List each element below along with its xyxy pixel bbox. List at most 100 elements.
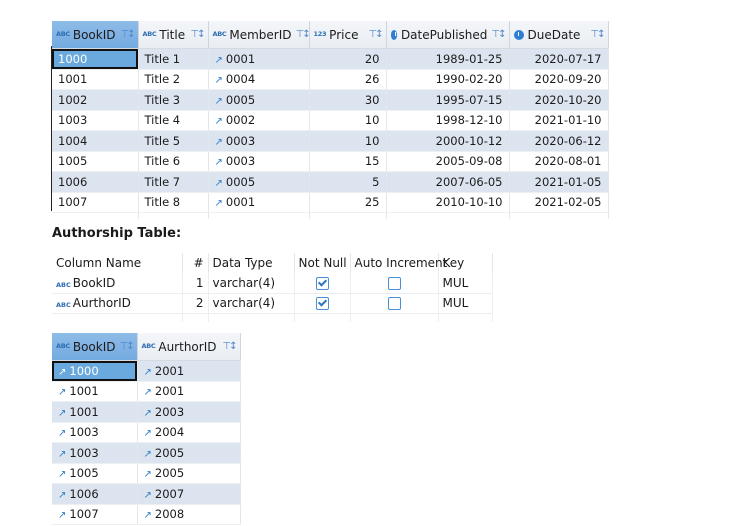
schema-col-not-null[interactable]: Not Null (294, 253, 351, 273)
foreign-key-link-icon[interactable]: ↗ (144, 408, 152, 419)
cell-title[interactable]: Title 1 (138, 48, 209, 70)
foreign-key-link-icon[interactable]: ↗ (144, 510, 152, 521)
col-header-bookid[interactable]: ABC BookID ⊤↕ (52, 21, 139, 49)
not-null-checkbox[interactable] (315, 297, 329, 311)
cell-duedate[interactable]: 2021-02-05 (509, 192, 609, 213)
col-header-price[interactable]: 123 Price ⊤↕ (309, 21, 387, 49)
cell-duedate[interactable]: 2021-01-05 (509, 171, 609, 193)
sort-filter-icon[interactable]: ⊤↕ (368, 29, 383, 40)
schema-col-auto-increment[interactable]: Auto Increment (350, 253, 447, 273)
cell-aurthorid[interactable]: ↗ 2005 (137, 442, 241, 464)
sort-filter-icon[interactable]: ⊤↕ (120, 29, 135, 40)
cell-price[interactable]: 26 (309, 69, 387, 90)
schema-auto-increment[interactable] (350, 293, 439, 314)
cell-duedate[interactable]: 2020-06-12 (509, 130, 609, 152)
sort-filter-icon[interactable]: ⊤↕ (590, 29, 605, 40)
cell-aurthorid[interactable]: ↗ 2008 (137, 504, 241, 525)
foreign-key-link-icon[interactable]: ↗ (58, 469, 66, 480)
cell-duedate[interactable]: 2021-01-10 (509, 110, 609, 131)
auto-increment-checkbox[interactable] (387, 276, 401, 290)
foreign-key-link-icon[interactable]: ↗ (215, 178, 223, 189)
schema-col-data-type[interactable]: Data Type (208, 253, 295, 273)
cell-datepublished[interactable]: 1989-01-25 (386, 48, 510, 70)
schema-data-type[interactable]: varchar(4) (208, 273, 295, 294)
foreign-key-link-icon[interactable]: ↗ (215, 157, 223, 168)
cell-bookid[interactable]: 1003 (52, 110, 139, 131)
foreign-key-link-icon[interactable]: ↗ (215, 116, 223, 127)
col-header-duedate[interactable]: DueDate ⊤↕ (509, 21, 609, 49)
schema-col-key[interactable]: Key (438, 253, 493, 273)
foreign-key-link-icon[interactable]: ↗ (215, 75, 223, 86)
cell-title[interactable]: Title 3 (138, 89, 209, 111)
cell-bookid[interactable]: 1007 (52, 192, 139, 213)
cell-aurthorid[interactable]: ↗ 2004 (137, 422, 241, 443)
sort-filter-icon[interactable]: ⊤↕ (120, 341, 135, 352)
schema-row[interactable]: ABC AurthorID 2 varchar(4) MUL (52, 293, 493, 314)
cell-memberid[interactable]: ↗ 0005 (208, 89, 310, 111)
not-null-checkbox[interactable] (315, 276, 329, 290)
cell-datepublished[interactable]: 1990-02-20 (386, 69, 510, 90)
table-row[interactable]: ↗ 1003 ↗ 2004 (52, 422, 241, 443)
schema-not-null[interactable] (294, 293, 351, 314)
sort-filter-icon[interactable]: ⊤↕ (296, 29, 311, 40)
cell-title[interactable]: Title 6 (138, 151, 209, 172)
table-row[interactable]: ↗ 1003 ↗ 2005 (52, 442, 241, 464)
cell-duedate[interactable]: 2020-08-01 (509, 151, 609, 172)
table-row[interactable]: ↗ 1007 ↗ 2008 (52, 504, 241, 525)
schema-data-type[interactable]: varchar(4) (208, 293, 295, 314)
schema-col-num[interactable]: # (182, 253, 209, 273)
cell-title[interactable]: Title 8 (138, 192, 209, 213)
foreign-key-link-icon[interactable]: ↗ (144, 367, 152, 378)
cell-memberid[interactable]: ↗ 0003 (208, 151, 310, 172)
schema-col-column-name[interactable]: Column Name (52, 253, 183, 273)
cell-title[interactable]: Title 2 (138, 69, 209, 90)
foreign-key-link-icon[interactable]: ↗ (144, 490, 152, 501)
table-row[interactable]: 1003 Title 4 ↗ 0002 10 1998-12-10 2021-01-10 (52, 110, 609, 131)
table-row[interactable]: 1002 Title 3 ↗ 0005 30 1995-07-15 2020-10-20 (52, 89, 609, 111)
cell-bookid[interactable]: ↗ 1006 (52, 483, 138, 505)
cell-bookid[interactable]: 1001 (52, 69, 139, 90)
cell-duedate[interactable]: 2020-07-17 (509, 48, 609, 70)
table-row[interactable]: ↗ 1001 ↗ 2003 (52, 401, 241, 423)
cell-aurthorid[interactable]: ↗ 2005 (137, 463, 241, 484)
cell-price[interactable]: 20 (309, 48, 387, 70)
cell-price[interactable]: 10 (309, 110, 387, 131)
table-row[interactable]: ↗ 1005 ↗ 2005 (52, 463, 241, 484)
cell-bookid[interactable]: ↗ 1001 (52, 401, 138, 423)
cell-title[interactable]: Title 7 (138, 171, 209, 193)
schema-auto-increment[interactable] (350, 273, 439, 294)
foreign-key-link-icon[interactable]: ↗ (144, 428, 152, 439)
cell-bookid[interactable]: 1006 (52, 171, 139, 193)
col-header-memberid[interactable]: ABC MemberID ⊤↕ (208, 21, 311, 49)
schema-column-name[interactable]: ABC AurthorID (52, 293, 183, 314)
table-row[interactable]: ↗ 1001 ↗ 2001 (52, 381, 241, 402)
cell-bookid[interactable]: ↗ 1001 (52, 381, 138, 402)
foreign-key-link-icon[interactable]: ↗ (58, 367, 66, 378)
cell-title[interactable]: Title 4 (138, 110, 209, 131)
cell-memberid[interactable]: ↗ 0004 (208, 69, 310, 90)
cell-memberid[interactable]: ↗ 0005 (208, 171, 310, 193)
cell-price[interactable]: 15 (309, 151, 387, 172)
cell-memberid[interactable]: ↗ 0003 (208, 130, 310, 152)
cell-aurthorid[interactable]: ↗ 2007 (137, 483, 241, 505)
cell-bookid[interactable]: ↗ 1005 (52, 463, 138, 484)
table-row[interactable]: ↗ 1000 ↗ 2001 (52, 360, 241, 382)
sort-filter-icon[interactable]: ⊤↕ (222, 341, 237, 352)
cell-aurthorid[interactable]: ↗ 2003 (137, 401, 241, 423)
foreign-key-link-icon[interactable]: ↗ (58, 408, 66, 419)
cell-datepublished[interactable]: 2007-06-05 (386, 171, 510, 193)
cell-memberid[interactable]: ↗ 0001 (208, 48, 310, 70)
sort-filter-icon[interactable]: ⊤↕ (491, 29, 506, 40)
cell-bookid[interactable]: 1005 (52, 151, 139, 172)
col-header-title[interactable]: ABC Title ⊤↕ (138, 21, 209, 49)
table-row[interactable]: 1007 Title 8 ↗ 0001 25 2010-10-10 2021-02-05 (52, 192, 609, 213)
cell-datepublished[interactable]: 2005-09-08 (386, 151, 510, 172)
cell-bookid[interactable]: ↗ 1007 (52, 504, 138, 525)
table-row[interactable]: 1004 Title 5 ↗ 0003 10 2000-10-12 2020-06-12 (52, 130, 609, 152)
col-header-bookid[interactable]: ABC BookID ⊤↕ (52, 333, 138, 361)
foreign-key-link-icon[interactable]: ↗ (144, 469, 152, 480)
cell-bookid[interactable]: ↗ 1003 (52, 422, 138, 443)
cell-bookid[interactable]: 1004 (52, 130, 139, 152)
cell-datepublished[interactable]: 1995-07-15 (386, 89, 510, 111)
cell-duedate[interactable]: 2020-09-20 (509, 69, 609, 90)
